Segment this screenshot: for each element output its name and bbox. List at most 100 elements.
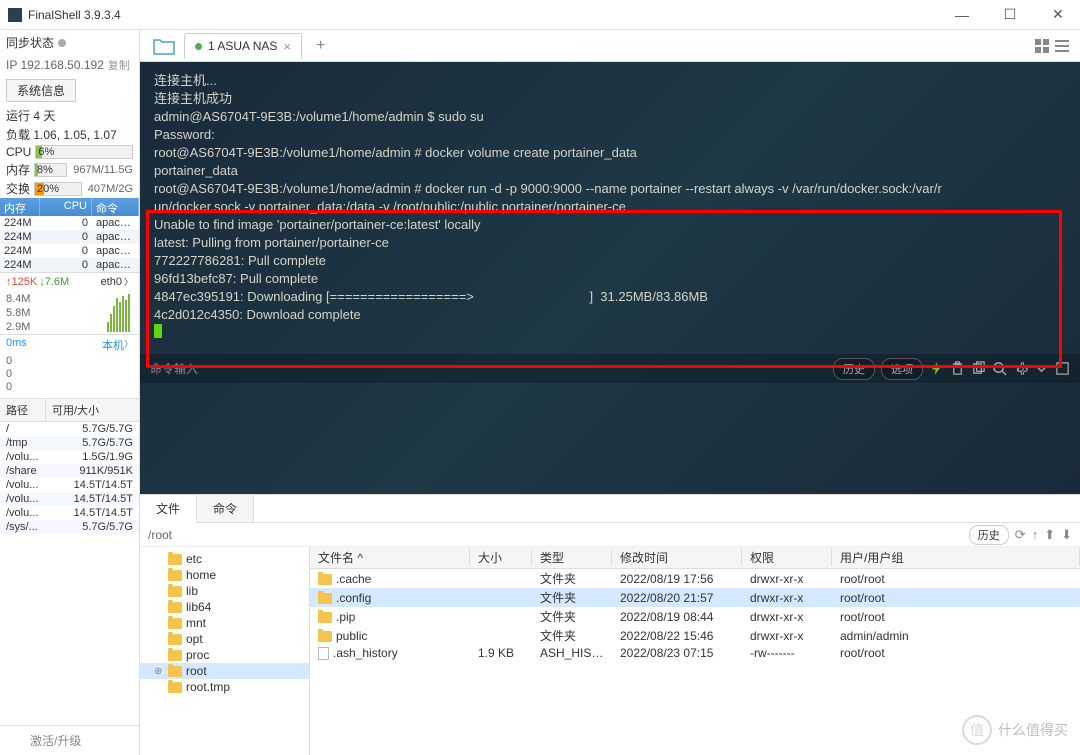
disk-row[interactable]: /volu...14.5T/14.5T (0, 478, 139, 492)
terminal-line: 4847ec395191: Downloading [=============… (154, 288, 1066, 306)
chevron-down-icon[interactable] (1034, 361, 1049, 376)
disk-row[interactable]: /volu...1.5G/1.9G (0, 450, 139, 464)
disk-row[interactable]: /sys/...5.7G/5.7G (0, 520, 139, 534)
memory-usage-row: 内存 8% 967M/11.5G (0, 160, 139, 179)
uptime-text: 运行 4 天 (0, 106, 139, 125)
chevron-icon: 〉 (124, 337, 133, 353)
lightning-icon[interactable] (929, 361, 944, 376)
download-icon[interactable]: ⬇ (1061, 527, 1072, 543)
interface-name: eth0 (101, 276, 122, 288)
tree-item[interactable]: lib64 (140, 599, 309, 615)
sort-icon: ^ (357, 551, 363, 565)
expand-icon[interactable] (1055, 361, 1070, 376)
add-tab-button[interactable]: + (310, 37, 331, 55)
copy-ip-button[interactable]: 复制 (108, 57, 130, 73)
copy-icon[interactable] (971, 361, 986, 376)
list-view-icon[interactable] (1054, 38, 1070, 54)
ping-row[interactable]: 0ms 本机 〉 (0, 334, 139, 355)
chevron-icon: 〉 (124, 275, 133, 288)
terminal-line: 96fd13befc87: Pull complete (154, 270, 1066, 288)
disk-row[interactable]: /5.7G/5.7G (0, 422, 139, 436)
sync-status-dot-icon (58, 39, 66, 47)
options-button[interactable]: 选项 (881, 358, 923, 380)
app-icon (8, 8, 22, 22)
search-icon[interactable] (992, 361, 1007, 376)
process-row[interactable]: 224M0apache2 (0, 230, 139, 244)
folder-icon (168, 586, 182, 597)
file-browser-panel: 文件 命令 /root 历史 ⟳ ↑ ⬆ ⬇ etchomeliblib64mn… (140, 494, 1080, 755)
file-row[interactable]: public文件夹2022/08/22 15:46drwxr-xr-xadmin… (310, 626, 1080, 645)
file-row[interactable]: .ash_history1.9 KBASH_HIST...2022/08/23 … (310, 645, 1080, 661)
tree-item[interactable]: root.tmp (140, 679, 309, 695)
folder-icon (168, 634, 182, 645)
swap-usage-row: 交换 20% 407M/2G (0, 179, 139, 198)
folder-icon (168, 650, 182, 661)
tab-commands[interactable]: 命令 (197, 495, 254, 522)
terminal-panel[interactable]: 连接主机...连接主机成功admin@AS6704T-9E3B:/volume1… (140, 62, 1080, 494)
terminal-line: latest: Pulling from portainer/portainer… (154, 234, 1066, 252)
close-tab-icon[interactable]: × (283, 39, 291, 54)
folder-icon (168, 618, 182, 629)
command-input[interactable]: 命令输入 (150, 360, 198, 377)
history-button[interactable]: 历史 (833, 358, 875, 380)
file-row[interactable]: .cache文件夹2022/08/19 17:56drwxr-xr-xroot/… (310, 569, 1080, 588)
tree-item[interactable]: etc (140, 551, 309, 567)
refresh-icon[interactable]: ⟳ (1015, 527, 1026, 543)
disk-row[interactable]: /volu...14.5T/14.5T (0, 506, 139, 520)
tree-item[interactable]: mnt (140, 615, 309, 631)
folder-icon (318, 612, 332, 623)
window-titlebar: FinalShell 3.9.3.4 — ☐ ✕ (0, 0, 1080, 30)
terminal-cursor (154, 324, 162, 338)
folder-icon (168, 554, 182, 565)
terminal-line: portainer_data (154, 162, 1066, 180)
gear-icon[interactable] (1013, 361, 1028, 376)
maximize-button[interactable]: ☐ (996, 5, 1024, 25)
file-list[interactable]: 文件名 ^ 大小 类型 修改时间 权限 用户/用户组 .cache文件夹2022… (310, 547, 1080, 755)
terminal-line: 4c2d012c4350: Download complete (154, 306, 1066, 324)
terminal-line: un/docker.sock -v portainer_data:/data -… (154, 198, 1066, 216)
terminal-line: 连接主机成功 (154, 90, 1066, 108)
process-row[interactable]: 224M0apache2 (0, 216, 139, 230)
current-path[interactable]: /root (148, 528, 969, 542)
disk-row[interactable]: /tmp5.7G/5.7G (0, 436, 139, 450)
open-folder-icon[interactable] (152, 36, 176, 56)
path-history-button[interactable]: 历史 (969, 525, 1009, 545)
upload-speed: ↑125K (6, 276, 37, 288)
tab-files[interactable]: 文件 (140, 495, 197, 523)
disk-row[interactable]: /share911K/951K (0, 464, 139, 478)
disk-table-header: 路径 可用/大小 (0, 399, 139, 422)
download-speed: ↓7.6M (39, 276, 69, 288)
tree-item[interactable]: home (140, 567, 309, 583)
tree-item[interactable]: lib (140, 583, 309, 599)
system-info-button[interactable]: 系统信息 (6, 79, 76, 102)
file-list-header[interactable]: 文件名 ^ 大小 类型 修改时间 权限 用户/用户组 (310, 547, 1080, 569)
folder-icon (318, 631, 332, 642)
folder-icon (168, 570, 182, 581)
file-icon (318, 647, 329, 660)
up-arrow-icon[interactable]: ↑ (1032, 527, 1039, 542)
folder-icon (168, 602, 182, 613)
terminal-line: Unable to find image 'portainer/portaine… (154, 216, 1066, 234)
process-table-header: 内存 CPU 命令 (0, 198, 139, 216)
close-button[interactable]: ✕ (1044, 5, 1072, 25)
activate-upgrade-link[interactable]: 激活/升级 (0, 725, 139, 755)
process-row[interactable]: 224M0apache2 (0, 244, 139, 258)
grid-view-icon[interactable] (1034, 38, 1050, 54)
upload-icon[interactable]: ⬆ (1044, 527, 1055, 543)
tree-item[interactable]: proc (140, 647, 309, 663)
folder-icon (318, 593, 332, 604)
network-chart: 8.4M 5.8M 2.9M (0, 290, 139, 334)
process-row[interactable]: 224M0apache2 (0, 258, 139, 272)
tree-item[interactable]: opt (140, 631, 309, 647)
terminal-line: root@AS6704T-9E3B:/volume1/home/admin # … (154, 144, 1066, 162)
network-stats-row[interactable]: ↑125K ↓7.6M eth0 〉 (0, 272, 139, 290)
file-row[interactable]: .config文件夹2022/08/20 21:57drwxr-xr-xroot… (310, 588, 1080, 607)
tree-item[interactable]: ⊕root (140, 663, 309, 679)
file-row[interactable]: .pip文件夹2022/08/19 08:44drwxr-xr-xroot/ro… (310, 607, 1080, 626)
minimize-button[interactable]: — (948, 5, 976, 25)
directory-tree[interactable]: etchomeliblib64mntoptproc⊕rootroot.tmp (140, 547, 310, 755)
disk-row[interactable]: /volu...14.5T/14.5T (0, 492, 139, 506)
session-tab[interactable]: 1 ASUA NAS × (184, 33, 302, 59)
terminal-line: 连接主机... (154, 72, 1066, 90)
clipboard-icon[interactable] (950, 361, 965, 376)
